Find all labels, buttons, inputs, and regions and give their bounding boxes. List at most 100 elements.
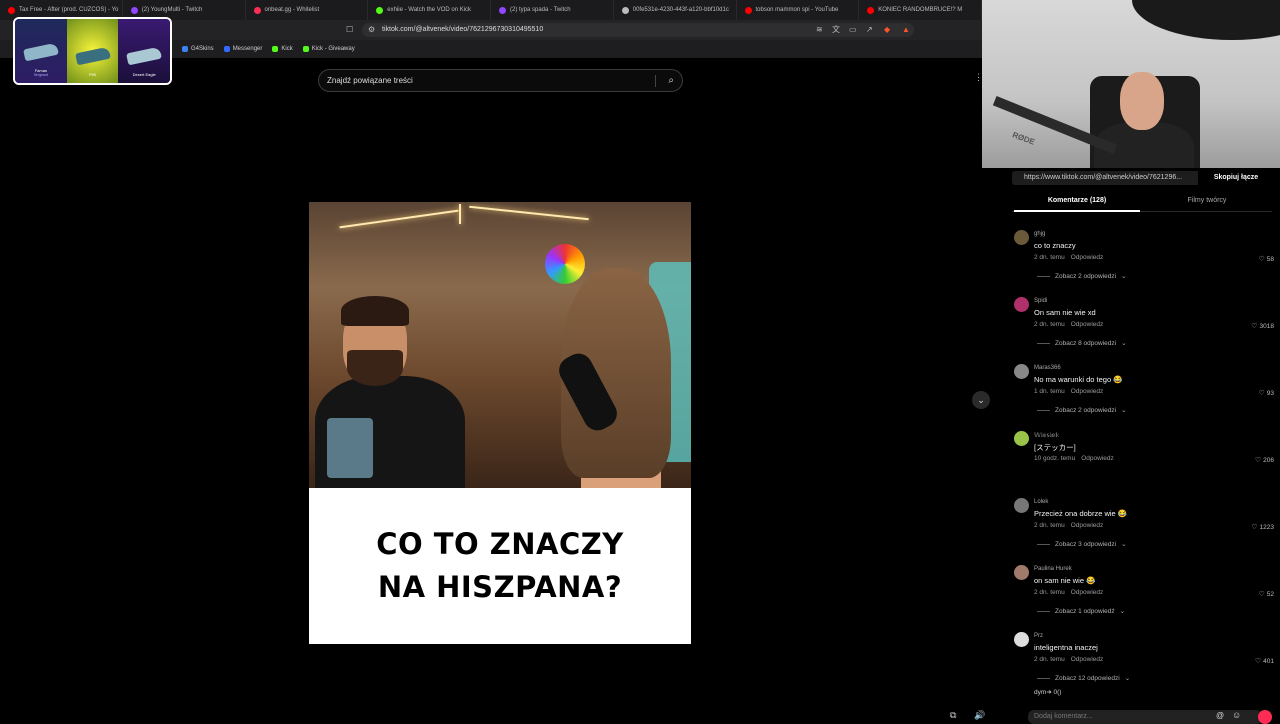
reply-button[interactable]: Odpowiedz — [1071, 589, 1104, 596]
picture-in-picture-icon[interactable]: ⧉ — [950, 710, 956, 721]
reply-button[interactable]: Odpowiedz — [1071, 254, 1104, 261]
comment-username[interactable]: ghjg — [1034, 231, 1045, 237]
tab-comments[interactable]: Komentarze (128) — [1012, 197, 1142, 204]
view-replies-button[interactable]: Zobacz 8 odpowiedzi ⌄ — [1037, 339, 1127, 347]
avatar[interactable] — [1014, 230, 1029, 245]
comment-item: Prz inteligentna inaczej 2 dn. temu Odpowie… — [1012, 628, 1277, 695]
like-button[interactable]: ♡ 93 — [1258, 389, 1274, 397]
comment-meta: 2 dn. temu Odpowiedz — [1034, 522, 1103, 529]
like-button[interactable]: ♡ 1223 — [1251, 523, 1274, 531]
comment-username[interactable]: Lolek — [1034, 499, 1048, 505]
favicon-icon — [621, 6, 629, 14]
like-button[interactable]: ♡ 58 — [1258, 255, 1274, 263]
view-replies-button[interactable]: Zobacz 1 odpowiedź ⌄ — [1037, 607, 1125, 615]
like-count: 401 — [1263, 658, 1274, 665]
bookmark-label: G4Skins — [191, 46, 214, 52]
favicon-icon — [376, 6, 384, 14]
comment-username[interactable]: 𝕎𝕚𝕖𝕤𝕚𝕖𝕜 — [1034, 432, 1059, 439]
like-button[interactable]: ♡ 206 — [1255, 456, 1274, 464]
comment-input[interactable]: Dodaj komentarz... — [1028, 710, 1262, 724]
comment-username[interactable]: Prz — [1034, 633, 1043, 639]
reply-button[interactable]: Odpowiedz — [1081, 455, 1114, 462]
reply-button[interactable]: Odpowiedz — [1071, 321, 1104, 328]
mention-icon[interactable]: @ — [1216, 711, 1224, 720]
like-button[interactable]: ♡ 52 — [1258, 590, 1274, 598]
reader-mode-icon[interactable]: ≋ — [816, 25, 823, 35]
avatar[interactable] — [1014, 297, 1029, 312]
browser-tab[interactable]: onbeat.gg - Whitelist — [246, 0, 369, 20]
comment-username[interactable]: Paulina Hurek — [1034, 566, 1072, 572]
view-replies-label: Zobacz 3 odpowiedzi — [1055, 540, 1117, 548]
avatar[interactable] — [1014, 632, 1029, 647]
browser-tab[interactable]: KONIEC RANDOMBRUCE!? M — [859, 0, 982, 20]
bookmark-label: Kick - Giveaway — [311, 46, 355, 52]
comment-username[interactable]: Maras366 — [1034, 365, 1061, 371]
reply-button[interactable]: Odpowiedz — [1071, 656, 1104, 663]
comment-username[interactable]: Spidi — [1034, 298, 1047, 304]
like-button[interactable]: ♡ 401 — [1255, 657, 1274, 665]
skin-card: Desert Eagle — [118, 19, 170, 83]
emoji-icon[interactable]: ☺ — [1232, 710, 1241, 720]
like-count: 1223 — [1259, 524, 1274, 531]
view-replies-button[interactable]: Zobacz 2 odpowiedzi ⌄ — [1037, 272, 1127, 280]
video-frame — [309, 202, 691, 488]
heart-icon: ♡ — [1251, 524, 1258, 531]
browser-tab[interactable]: 00fe531e-4230-443f-a120-bbf10d1c — [614, 0, 737, 20]
bookmark-item[interactable]: Kick - Giveaway — [302, 46, 355, 52]
bookmark-favicon-icon — [272, 46, 279, 52]
brave-shield-icon[interactable]: ◆ — [884, 25, 890, 35]
next-video-button[interactable]: ⌄ — [972, 391, 990, 409]
comment-tabs: Komentarze (128) Filmy twórcy — [1012, 192, 1272, 212]
browser-tab[interactable]: (2) typa spada - Twitch — [491, 0, 614, 20]
favicon-icon — [867, 6, 875, 14]
picture-in-picture-icon[interactable]: ▭ — [849, 25, 857, 35]
search-divider — [655, 75, 656, 87]
divider — [1037, 409, 1050, 411]
volume-icon[interactable]: 🔊 — [974, 710, 985, 721]
bookmark-item[interactable]: G4Skins — [182, 46, 214, 52]
avatar[interactable] — [1014, 364, 1029, 379]
reply-button[interactable]: Odpowiedz — [1071, 522, 1104, 529]
copy-link-button[interactable]: Skopiuj łącze — [1202, 171, 1270, 185]
divider — [1037, 275, 1050, 277]
skin-name: P90 — [88, 72, 97, 77]
gun-image — [22, 42, 59, 62]
skin-subtitle: Sergeant — [33, 73, 48, 77]
url-text: tiktok.com/@altvenek/video/7621296730310… — [382, 26, 544, 33]
share-icon[interactable]: ↗ — [866, 25, 873, 35]
view-replies-button[interactable]: Zobacz 12 odpowiedzi ⌄ — [1037, 674, 1130, 682]
site-settings-icon[interactable]: ⚙ — [368, 25, 375, 35]
bookmark-item[interactable]: Messenger — [223, 46, 262, 52]
streamer-man — [315, 296, 465, 488]
avatar[interactable] — [1014, 498, 1029, 513]
related-content-search[interactable]: Znajdź powiązane treści ⌕ — [318, 69, 683, 92]
browser-tab[interactable]: tobson mammon spi - YouTube — [737, 0, 860, 20]
favicon-icon — [253, 6, 261, 14]
comment-text: on sam nie wie 😂 — [1034, 576, 1096, 585]
view-replies-button[interactable]: Zobacz 2 odpowiedzi ⌄ — [1037, 406, 1127, 414]
search-icon[interactable]: ⌕ — [668, 70, 674, 91]
like-count: 3018 — [1259, 323, 1274, 330]
tab-title: Tax Free - After (prod. CUZCOS) - Yo — [19, 7, 119, 13]
brave-rewards-icon[interactable]: ▲ — [902, 25, 910, 35]
translate-icon[interactable]: 文 — [832, 25, 840, 35]
view-replies-label: Zobacz 1 odpowiedź — [1055, 607, 1115, 615]
avatar[interactable] — [1014, 431, 1029, 446]
mic-brand-label: RØDE — [1011, 130, 1036, 147]
caption-line: NA HISZPANA? — [377, 570, 623, 604]
bookmark-item[interactable]: Kick — [272, 46, 293, 52]
tab-creator-videos[interactable]: Filmy twórcy — [1142, 197, 1272, 204]
view-replies-label: Zobacz 2 odpowiedzi — [1055, 406, 1117, 414]
like-count: 52 — [1266, 591, 1274, 598]
send-button[interactable] — [1258, 710, 1272, 724]
like-count: 58 — [1266, 256, 1274, 263]
share-link-field[interactable]: https://www.tiktok.com/@altvenek/video/7… — [1012, 171, 1198, 185]
view-replies-button[interactable]: Zobacz 3 odpowiedzi ⌄ — [1037, 540, 1127, 548]
avatar[interactable] — [1014, 565, 1029, 580]
like-button[interactable]: ♡ 3018 — [1251, 322, 1274, 330]
bookmark-icon[interactable]: ☐ — [346, 25, 353, 35]
reply-button[interactable]: Odpowiedz — [1071, 388, 1104, 395]
browser-tab[interactable]: exhiie - Watch the VOD on Kick — [368, 0, 491, 20]
comment-meta: 2 dn. temu Odpowiedz — [1034, 656, 1103, 663]
video-player[interactable]: CO TO ZNACZY NA HISZPANA? — [309, 202, 691, 644]
